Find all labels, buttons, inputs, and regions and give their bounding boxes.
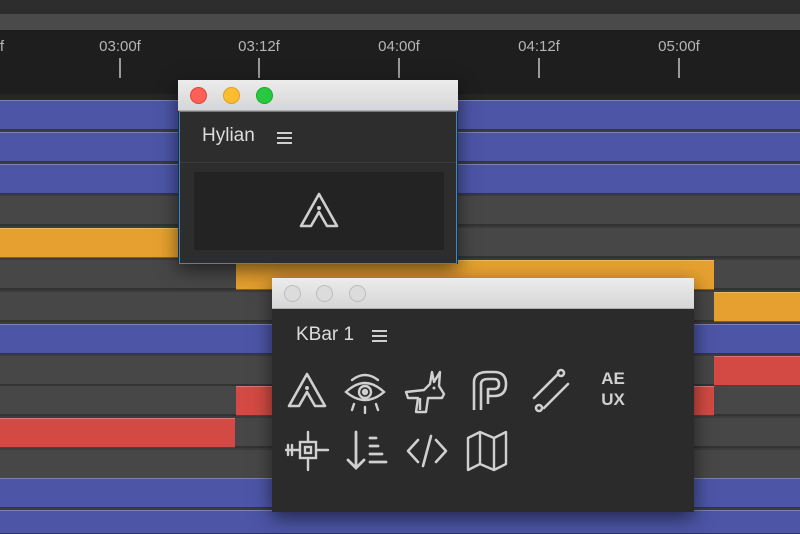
tick-label: 03:00f xyxy=(99,38,141,55)
hylian-triforce-icon xyxy=(296,188,342,234)
hylian-button[interactable] xyxy=(194,172,444,250)
zoom-button[interactable] xyxy=(256,87,273,104)
ae-ux-button[interactable]: AE UX xyxy=(592,368,634,410)
ae-ux-line2: UX xyxy=(601,390,625,409)
eye-icon[interactable] xyxy=(342,368,388,415)
work-area-bar[interactable] xyxy=(0,14,800,30)
anchor-crosshair-icon[interactable] xyxy=(284,428,330,474)
title-bar[interactable] xyxy=(178,80,458,111)
diagonal-lines-icon[interactable] xyxy=(528,368,574,414)
layer-bar-blue[interactable] xyxy=(0,510,800,534)
track-row[interactable] xyxy=(0,510,800,534)
tick-label: 04:12f xyxy=(518,38,560,55)
tick-label: 03:12f xyxy=(238,38,280,55)
layer-bar-orange[interactable] xyxy=(0,228,180,258)
top-strip xyxy=(0,0,800,14)
hylian-panel: Hylian xyxy=(179,111,457,264)
layer-bar-red[interactable] xyxy=(0,418,235,448)
tick-mark xyxy=(678,58,680,78)
hylian-window: Hylian xyxy=(178,80,458,264)
layer-bar-red[interactable] xyxy=(714,356,800,386)
hylian-icon[interactable] xyxy=(284,368,330,414)
close-button[interactable] xyxy=(284,285,301,302)
map-icon[interactable] xyxy=(464,428,510,474)
hamburger-icon[interactable] xyxy=(277,132,292,144)
panel-title: Hylian xyxy=(202,125,255,146)
minimize-button[interactable] xyxy=(316,285,333,302)
code-brackets-icon[interactable] xyxy=(404,428,450,474)
anubis-icon[interactable] xyxy=(402,368,448,414)
sort-descending-icon[interactable] xyxy=(344,428,390,474)
tick-mark xyxy=(119,58,121,78)
title-bar[interactable] xyxy=(272,278,694,309)
tick-label: f xyxy=(0,38,5,55)
monogram-p-icon[interactable] xyxy=(466,368,512,414)
minimize-button[interactable] xyxy=(223,87,240,104)
tick-mark xyxy=(398,58,400,78)
tick-mark xyxy=(538,58,540,78)
tick-label: 05:00f xyxy=(658,38,700,55)
hamburger-icon[interactable] xyxy=(372,330,387,342)
panel-title: KBar 1 xyxy=(296,324,355,345)
layer-bar-orange[interactable] xyxy=(714,292,800,322)
kbar-window: KBar 1 AE UX xyxy=(272,278,694,512)
ae-ux-line1: AE xyxy=(601,369,625,388)
tick-mark xyxy=(258,58,260,78)
divider xyxy=(180,162,456,163)
tick-label: 04:00f xyxy=(378,38,420,55)
zoom-button[interactable] xyxy=(349,285,366,302)
close-button[interactable] xyxy=(190,87,207,104)
